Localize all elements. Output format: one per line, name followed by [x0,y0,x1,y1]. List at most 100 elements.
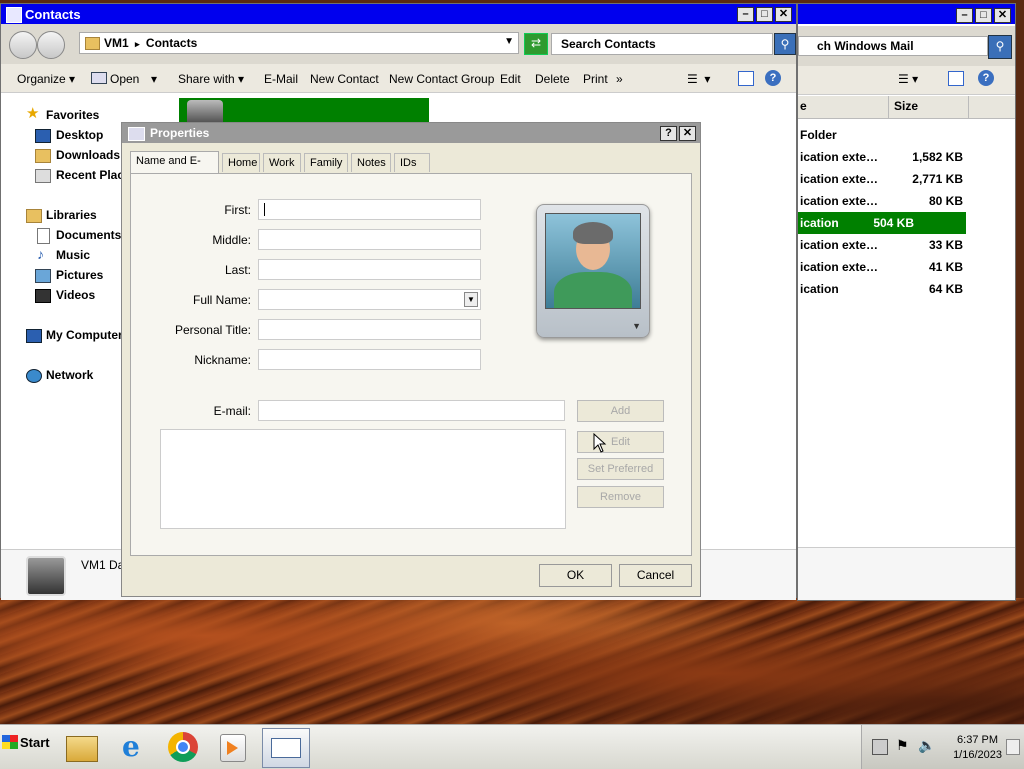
navigation-pane: ★ Favorites Desktop Downloads Recent Pla… [1,93,123,548]
chevron-down-icon[interactable]: ▼ [504,36,514,47]
share-with-menu[interactable]: Share with ▾ [178,72,244,86]
organize-menu[interactable]: Organize ▾ [17,72,75,86]
close-button[interactable]: ✕ [994,8,1011,23]
search-icon[interactable]: ⚲ [988,35,1012,59]
new-contact-group-button[interactable]: New Contact Group [389,72,494,86]
edit-email-button[interactable]: Edit [577,431,664,453]
table-row[interactable]: ication exte… 2,771 KB [798,168,1015,190]
tab-family[interactable]: Family [304,153,348,172]
maximize-button[interactable]: □ [756,7,773,22]
email-input[interactable] [258,400,565,421]
email-list[interactable] [160,429,566,529]
contacts-taskbar-button[interactable] [262,728,310,768]
personal-title-input[interactable] [258,319,481,340]
start-button[interactable]: Start [2,735,50,750]
remove-email-button[interactable]: Remove [577,486,664,508]
nav-downloads[interactable]: Downloads [56,148,122,162]
windows-mail-titlebar[interactable]: – □ ✕ [798,4,1015,24]
address-bar[interactable]: VM1 ▸ Contacts ▼ [79,32,519,54]
view-options-icon[interactable]: ☰ ▾ [898,72,918,86]
column-name[interactable]: e [800,99,807,113]
action-center-flag-icon[interactable]: ⚑ [896,737,909,754]
help-icon[interactable]: ? [978,70,994,86]
tab-work[interactable]: Work [263,153,301,172]
table-row[interactable]: ication exte… 80 KB [798,190,1015,212]
cancel-button[interactable]: Cancel [619,564,692,587]
breadcrumb-separator-icon[interactable]: ▸ [135,39,140,49]
windows-mail-toolbar: ☰ ▾ ? [798,66,1015,95]
help-icon[interactable]: ? [765,70,781,86]
pictures-icon [35,269,51,283]
system-tray: ⚑ 🔈 6:37 PM 1/16/2023 [861,725,1024,769]
delete-button[interactable]: Delete [535,72,570,86]
windows-mail-search-input[interactable]: ch Windows Mail [798,36,988,56]
volume-icon[interactable]: 🔈 [918,737,935,754]
more-commands-button[interactable]: » [616,72,623,86]
add-email-button[interactable]: Add [577,400,664,422]
contact-picture-button[interactable]: ▼ [536,204,650,338]
email-button[interactable]: E-Mail [264,72,298,86]
open-dropdown-icon[interactable]: ▾ [151,72,157,86]
preview-pane-icon[interactable] [738,71,754,86]
view-options-icon[interactable]: ☰ ▾ [687,72,710,86]
ok-button[interactable]: OK [539,564,612,587]
dialog-titlebar[interactable]: Properties ? ✕ [122,123,700,143]
table-row[interactable]: ication 64 KB [798,278,1015,300]
minimize-button[interactable]: – [737,7,754,22]
nav-network[interactable]: Network [46,368,126,382]
dialog-close-button[interactable]: ✕ [679,126,696,141]
internet-explorer-icon[interactable]: e [118,730,152,764]
middle-name-input[interactable] [258,229,481,250]
preview-pane-icon[interactable] [948,71,964,86]
nickname-input[interactable] [258,349,481,370]
tab-ids[interactable]: IDs [394,153,430,172]
chevron-down-icon[interactable]: ▼ [632,321,641,331]
full-name-combobox[interactable]: ▼ [258,289,481,310]
contacts-titlebar[interactable]: Contacts – □ ✕ [1,4,796,24]
selected-contact-item[interactable] [179,98,429,122]
breadcrumb-vm1[interactable]: VM1 [104,36,129,50]
column-size[interactable]: Size [894,99,918,113]
windows-mail-window[interactable]: – □ ✕ ch Windows Mail ⚲ ☰ ▾ ? e Size Folde… [797,3,1016,601]
refresh-icon[interactable]: ⇄ [524,33,548,55]
file-explorer-icon[interactable] [64,730,98,764]
properties-dialog[interactable]: Properties ?✕ Name and E-mail Home Work … [121,122,701,597]
close-button[interactable]: ✕ [775,7,792,22]
table-row[interactable]: Folder [798,124,1015,146]
search-contacts-input[interactable]: Search Contacts [551,33,773,55]
table-row[interactable]: ication exte… 41 KB [798,256,1015,278]
network-tray-icon[interactable] [872,739,888,755]
nav-favorites[interactable]: Favorites [46,108,126,122]
recent-places-icon [35,169,51,183]
new-contact-button[interactable]: New Contact [310,72,379,86]
help-button[interactable]: ? [660,126,677,141]
set-preferred-button[interactable]: Set Preferred [577,458,664,480]
nav-recent-places[interactable]: Recent Places [56,168,122,182]
chrome-icon[interactable] [166,730,200,764]
maximize-button[interactable]: □ [975,8,992,23]
file-name: ication exte… [800,150,879,164]
tab-notes[interactable]: Notes [351,153,391,172]
edit-button[interactable]: Edit [500,72,521,86]
nav-libraries[interactable]: Libraries [46,208,126,222]
clock[interactable]: 6:37 PM 1/16/2023 [953,733,1002,763]
table-row[interactable]: ication exte… 1,582 KB [798,146,1015,168]
last-name-input[interactable] [258,259,481,280]
first-name-input[interactable] [258,199,481,220]
chevron-down-icon[interactable]: ▼ [464,292,478,307]
table-row[interactable]: ication 504 KB [798,212,966,234]
media-player-icon[interactable] [216,730,250,764]
breadcrumb-contacts[interactable]: Contacts [146,36,197,50]
forward-button[interactable] [37,31,65,59]
show-desktop-button[interactable] [1006,739,1020,755]
search-icon[interactable]: ⚲ [774,33,796,55]
print-button[interactable]: Print [583,72,608,86]
tab-name-and-email[interactable]: Name and E-mail [130,151,219,186]
back-button[interactable] [9,31,37,59]
tab-home[interactable]: Home [222,153,260,172]
minimize-button[interactable]: – [956,8,973,23]
nav-my-computer[interactable]: My Computer [46,328,122,342]
file-name: Folder [800,128,837,142]
table-row[interactable]: ication exte… 33 KB [798,234,1015,256]
open-menu[interactable]: Open [91,72,139,86]
